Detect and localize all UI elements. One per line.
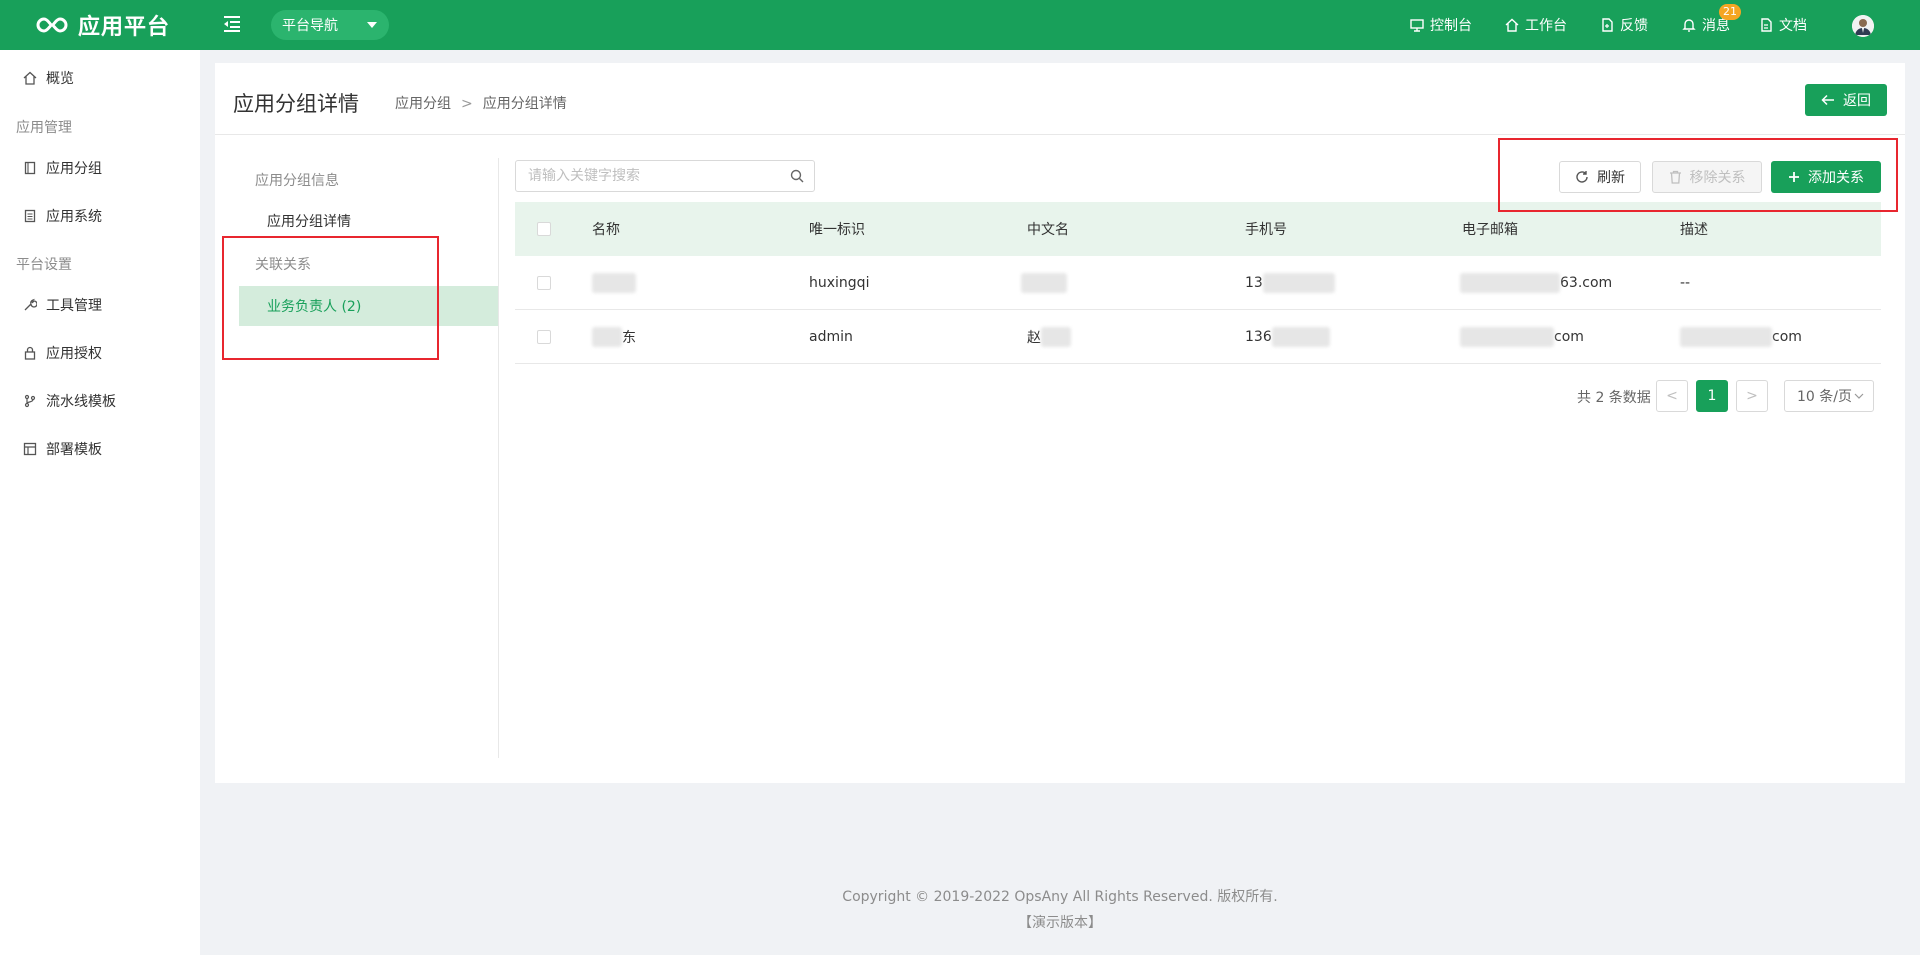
page-title: 应用分组详情 — [233, 92, 359, 116]
page-size-select[interactable]: 10 条/页 — [1784, 380, 1874, 412]
back-button[interactable]: 返回 — [1805, 84, 1887, 116]
column-header-phone[interactable]: 手机号 — [1245, 202, 1287, 256]
cell-phone: 136 — [1245, 310, 1330, 364]
breadcrumb: 应用分组 > 应用分组详情 — [395, 93, 567, 113]
home-icon — [23, 71, 37, 85]
top-link-feedback[interactable]: 反馈 — [1600, 15, 1648, 35]
wrench-icon — [24, 298, 37, 311]
cell-phone: 13 — [1245, 256, 1335, 310]
sidebar-item-app-auth[interactable]: 应用授权 — [0, 335, 200, 371]
monitor-icon — [1410, 19, 1424, 32]
sidebar-item-tool-mgmt[interactable]: 工具管理 — [0, 287, 200, 323]
footer-edition: 【演示版本】 — [1018, 915, 1102, 931]
search-box — [515, 160, 815, 192]
footer-copyright: Copyright © 2019-2022 OpsAny All Rights … — [842, 889, 1278, 905]
user-avatar[interactable] — [1852, 15, 1874, 37]
infinity-icon — [36, 17, 68, 33]
sidebar-group-platform: 平台设置 — [16, 257, 72, 273]
page-size-label: 10 条/页 — [1797, 389, 1852, 405]
bell-icon — [1682, 19, 1696, 32]
top-link-workbench[interactable]: 工作台 — [1505, 15, 1567, 35]
arrow-left-icon — [1821, 94, 1834, 106]
cell-id: admin — [809, 329, 853, 345]
inner-menu-item-detail[interactable]: 应用分组详情 — [267, 211, 351, 231]
cell-name — [592, 256, 636, 310]
column-header-name[interactable]: 名称 — [592, 202, 620, 256]
sidebar: 概览 应用管理 应用分组 应用系统 平台设置 工具管理 应用授权 流水线模板 部… — [0, 50, 200, 955]
table-row[interactable]: 东 admin 赵 136 com com — [515, 310, 1881, 364]
list-icon — [24, 209, 36, 223]
top-link-console[interactable]: 控制台 — [1410, 15, 1472, 35]
breadcrumb-current: 应用分组详情 — [482, 96, 567, 112]
highlight-box-relations-menu — [222, 236, 439, 360]
header-divider — [215, 134, 1905, 135]
breadcrumb-link-app-group[interactable]: 应用分组 — [395, 96, 451, 112]
redacted-block — [1041, 327, 1071, 347]
branch-icon — [24, 394, 36, 408]
redacted-block — [1271, 327, 1330, 347]
cell-email: 63.com — [1460, 256, 1612, 310]
redacted-block — [592, 273, 636, 293]
home-icon — [1505, 18, 1519, 32]
message-count-badge: 21 — [1719, 4, 1741, 20]
redacted-block — [1021, 273, 1067, 293]
top-link-docs[interactable]: 文档 — [1759, 15, 1807, 35]
feedback-icon — [1602, 18, 1613, 32]
inner-menu-group-info: 应用分组信息 — [255, 173, 339, 189]
sidebar-item-overview[interactable]: 概览 — [0, 60, 200, 96]
cell-description: com — [1680, 310, 1802, 364]
chevron-down-icon — [1854, 393, 1864, 399]
row-checkbox[interactable] — [537, 330, 551, 344]
lock-icon — [24, 346, 36, 360]
redacted-block — [1680, 327, 1772, 347]
column-header-cn-name[interactable]: 中文名 — [1027, 202, 1069, 256]
document-icon — [1761, 18, 1772, 32]
pagination-total: 共 2 条数据 — [1577, 390, 1651, 406]
inner-menu-divider — [498, 158, 499, 758]
sidebar-item-app-group[interactable]: 应用分组 — [0, 150, 200, 186]
cell-cn-name — [1021, 256, 1067, 310]
sidebar-group-app: 应用管理 — [16, 120, 72, 136]
app-logo[interactable]: 应用平台 — [36, 11, 171, 40]
breadcrumb-separator: > — [461, 96, 473, 112]
search-input[interactable] — [516, 161, 786, 191]
search-icon[interactable] — [790, 169, 804, 183]
cell-description: -- — [1680, 275, 1691, 291]
app-name: 应用平台 — [78, 15, 171, 40]
book-icon — [24, 161, 36, 175]
redacted-block — [1262, 273, 1335, 293]
platform-nav-dropdown[interactable]: 平台导航 — [271, 10, 389, 40]
redacted-block — [1460, 273, 1560, 293]
caret-down-icon — [367, 22, 377, 28]
menu-collapse-icon[interactable] — [222, 15, 244, 35]
pagination-page-1[interactable]: 1 — [1696, 380, 1728, 412]
row-checkbox[interactable] — [537, 276, 551, 290]
sidebar-item-deploy-template[interactable]: 部署模板 — [0, 431, 200, 467]
sidebar-item-app-system[interactable]: 应用系统 — [0, 198, 200, 234]
cell-id: huxingqi — [809, 275, 870, 291]
pagination-prev-button[interactable]: < — [1656, 380, 1688, 412]
sidebar-item-pipeline-template[interactable]: 流水线模板 — [0, 383, 200, 419]
top-header: 应用平台 平台导航 控制台 工作台 反馈 消息 21 文档 — [0, 0, 1920, 50]
platform-nav-label: 平台导航 — [282, 18, 338, 34]
highlight-box-action-buttons — [1498, 138, 1898, 212]
select-all-checkbox[interactable] — [537, 222, 551, 236]
pagination-next-button[interactable]: > — [1736, 380, 1768, 412]
column-header-id[interactable]: 唯一标识 — [809, 202, 865, 256]
redacted-block — [592, 327, 622, 347]
redacted-block — [1460, 327, 1554, 347]
cell-email: com — [1460, 310, 1584, 364]
cell-name: 东 — [592, 310, 636, 364]
cell-cn-name: 赵 — [1027, 310, 1071, 364]
layout-icon — [23, 442, 37, 456]
table-row[interactable]: huxingqi 13 63.com -- — [515, 256, 1881, 310]
